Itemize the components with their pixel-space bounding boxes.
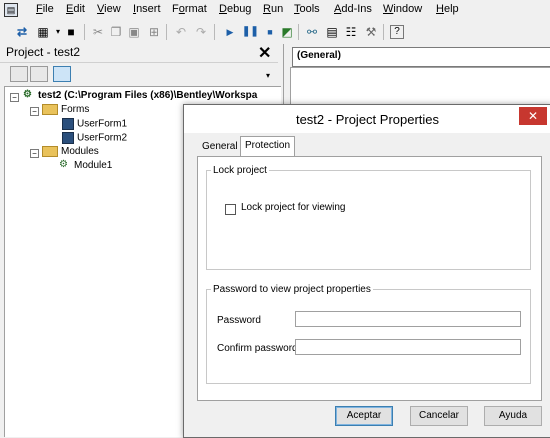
collapse-icon[interactable]: − — [10, 93, 19, 102]
password-group-label: Password to view project properties — [213, 284, 371, 295]
userform-icon — [62, 132, 74, 144]
help-button[interactable]: Ayuda — [484, 406, 542, 426]
properties-window-icon[interactable]: ▤ — [324, 24, 340, 40]
menu-window[interactable]: Window — [383, 3, 422, 15]
toolbar-separator — [298, 24, 299, 40]
close-icon[interactable]: ✕ — [519, 107, 547, 125]
view-host-app-icon[interactable]: ⇄ — [14, 24, 30, 40]
project-explorer-titlebar: Project - test2 ✕ — [0, 44, 278, 63]
project-explorer-toolbar: ▾ — [0, 63, 278, 85]
toolbox-icon[interactable]: ⚒ — [363, 24, 379, 40]
object-browser-icon[interactable]: ☷ — [343, 24, 359, 40]
standard-toolbar: ⇄ ▦ ▾ ■ ✂ ❐ ▣ ⊞ ↶ ↷ ▶ ❚❚ ■ ◩ ⚯ ▤ ☷ ⚒ ? — [0, 21, 550, 43]
toolbar-separator — [166, 24, 167, 40]
break-icon[interactable]: ❚❚ — [242, 24, 259, 40]
menu-insert[interactable]: Insert — [133, 3, 161, 15]
menu-add-ins[interactable]: Add-Ins — [334, 3, 372, 15]
lock-project-checkbox[interactable] — [225, 204, 236, 215]
tab-protection[interactable]: Protection — [240, 136, 296, 157]
password-group: Password to view project properties Pass… — [206, 284, 531, 384]
save-icon[interactable]: ■ — [63, 24, 79, 40]
insert-object-icon[interactable]: ▦ — [35, 24, 51, 40]
module-icon: ⚙ — [59, 159, 68, 171]
dialog-titlebar: test2 - Project Properties ✕ — [184, 105, 550, 133]
cut-icon[interactable]: ✂ — [90, 24, 106, 40]
object-dropdown-value: (General) — [297, 50, 341, 61]
view-code-icon[interactable] — [10, 66, 28, 82]
lock-project-checkbox-label[interactable]: Lock project for viewing — [241, 202, 346, 213]
password-field[interactable] — [295, 311, 521, 327]
run-icon[interactable]: ▶ — [222, 24, 238, 40]
lock-project-group: Lock project Lock project for viewing — [206, 165, 531, 270]
collapse-icon[interactable]: − — [30, 149, 39, 158]
project-properties-dialog: test2 - Project Properties ✕ General Pro… — [183, 104, 550, 438]
toolbar-separator — [214, 24, 215, 40]
menu-format[interactable]: Format — [172, 3, 207, 15]
password-label: Password — [217, 315, 261, 326]
confirm-password-label: Confirm password — [217, 343, 298, 354]
userform-icon — [62, 118, 74, 130]
copy-icon[interactable]: ❐ — [108, 24, 124, 40]
toolbar-separator — [84, 24, 85, 40]
toggle-folders-icon[interactable] — [53, 66, 71, 82]
menu-run[interactable]: Run — [263, 3, 283, 15]
object-dropdown[interactable]: (General) — [292, 47, 550, 67]
menu-tools[interactable]: Tools — [294, 3, 320, 15]
menu-debug[interactable]: Debug — [219, 3, 251, 15]
undo-icon[interactable]: ↶ — [173, 24, 189, 40]
menu-help[interactable]: Help — [436, 3, 459, 15]
folder-icon — [42, 104, 58, 115]
find-icon[interactable]: ⊞ — [146, 24, 162, 40]
menu-bar: ▤ File Edit View Insert Format Debug Run… — [0, 0, 550, 20]
design-mode-icon[interactable]: ◩ — [279, 24, 295, 40]
paste-icon[interactable]: ▣ — [126, 24, 142, 40]
tree-item-userform1[interactable]: UserForm1 — [62, 118, 127, 130]
confirm-password-field[interactable] — [295, 339, 521, 355]
cancel-button[interactable]: Cancelar — [410, 406, 468, 426]
vba-project-icon: ⚙ — [23, 89, 32, 101]
project-explorer-icon[interactable]: ⚯ — [304, 24, 320, 40]
menu-file[interactable]: File — [36, 3, 54, 15]
project-explorer-title: Project - test2 — [6, 45, 81, 59]
tree-project-root[interactable]: ⚙ test2 (C:\Program Files (x86)\Bentley\W… — [23, 90, 257, 101]
tree-item-module1[interactable]: ⚙ Module1 — [59, 160, 112, 171]
lock-project-group-label: Lock project — [213, 165, 267, 176]
menu-view[interactable]: View — [97, 3, 121, 15]
folder-icon — [42, 146, 58, 157]
tree-item-userform2[interactable]: UserForm2 — [62, 132, 127, 144]
help-icon[interactable]: ? — [390, 25, 404, 39]
menu-edit[interactable]: Edit — [66, 3, 85, 15]
dialog-title: test2 - Project Properties — [295, 112, 440, 127]
ok-button[interactable]: Aceptar — [335, 406, 393, 426]
reset-icon[interactable]: ■ — [262, 24, 278, 40]
protection-tab-panel: Lock project Lock project for viewing Pa… — [197, 156, 542, 401]
chevron-down-icon[interactable]: ▾ — [266, 71, 270, 80]
view-object-icon[interactable] — [30, 66, 48, 82]
tree-modules-folder[interactable]: Modules — [42, 146, 99, 157]
close-icon[interactable]: ✕ — [258, 43, 271, 63]
vba-app-icon[interactable]: ▤ — [4, 3, 18, 17]
tree-forms-folder[interactable]: Forms — [42, 104, 89, 115]
tab-general[interactable]: General — [198, 138, 242, 156]
redo-icon[interactable]: ↷ — [193, 24, 209, 40]
collapse-icon[interactable]: − — [30, 107, 39, 116]
toolbar-separator — [383, 24, 384, 40]
